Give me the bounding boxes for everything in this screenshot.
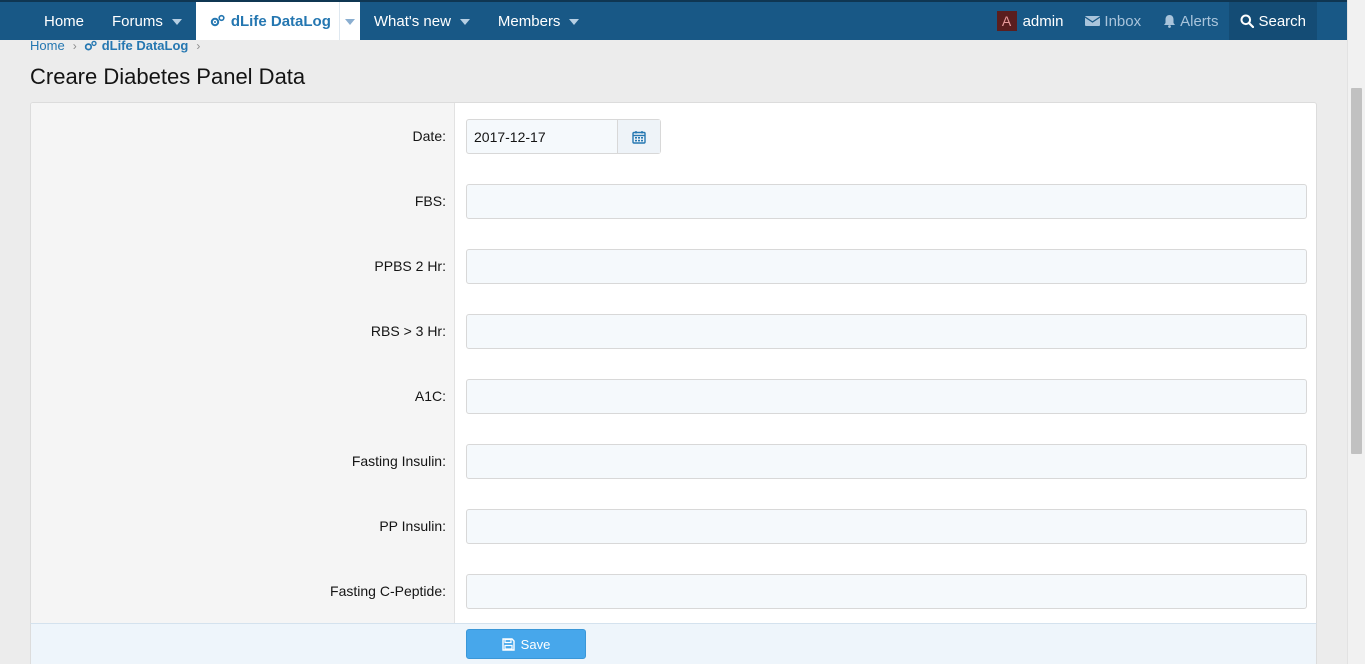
nav-tab-members[interactable]: Members [484, 2, 594, 40]
nav-tab-forums-label: Forums [112, 12, 163, 30]
nav-tab-forums[interactable]: Forums [98, 2, 196, 40]
rbs-label: RBS > 3 Hr: [370, 323, 446, 339]
alerts-link[interactable]: Alerts [1152, 2, 1229, 40]
search-icon [1240, 14, 1255, 28]
form-row-fasting-cpeptide: Fasting C-Peptide: [31, 574, 1316, 610]
inbox-link[interactable]: Inbox [1074, 2, 1152, 40]
nav-tab-datalog-menu-toggle[interactable] [338, 2, 360, 40]
account-link[interactable]: A admin [986, 2, 1075, 40]
chevron-down-icon[interactable] [171, 19, 182, 25]
scrollbar-thumb[interactable] [1351, 88, 1362, 454]
search-label: Search [1258, 12, 1306, 30]
ppbs-input[interactable] [466, 249, 1307, 284]
date-picker [466, 119, 661, 154]
form-row-ppbs: PPBS 2 Hr: [31, 249, 1316, 285]
nav-tab-datalog-label: dLife DataLog [230, 12, 331, 30]
date-input[interactable] [467, 120, 617, 153]
nav-tab-home-label: Home [44, 12, 85, 30]
search-button[interactable]: Search [1229, 2, 1317, 40]
fasting-insulin-input[interactable] [466, 444, 1307, 479]
ppbs-label: PPBS 2 Hr: [374, 258, 446, 274]
form-footer: Save [30, 623, 1317, 664]
save-label: Save [520, 636, 551, 652]
alerts-label: Alerts [1180, 12, 1219, 30]
calendar-icon [632, 130, 646, 144]
nav-tab-home[interactable]: Home [30, 2, 98, 40]
date-label: Date: [412, 128, 446, 144]
form-row-a1c: A1C: [31, 379, 1316, 415]
envelope-icon [1085, 16, 1101, 26]
bell-icon [1164, 15, 1176, 28]
breadcrumb: Home › dLife DataLog › [30, 38, 207, 53]
chevron-down-icon[interactable] [569, 19, 580, 25]
floppy-disk-icon [501, 637, 515, 651]
form-row-fasting-insulin: Fasting Insulin: [31, 444, 1316, 480]
breadcrumb-datalog[interactable]: dLife DataLog [84, 38, 189, 53]
form-panel: Date: FBS: PPBS 2 Hr: RBS > 3 Hr: A1C: F… [30, 102, 1317, 664]
save-button[interactable]: Save [466, 629, 586, 659]
calendar-button[interactable] [617, 120, 660, 153]
form-row-pp-insulin: PP Insulin: [31, 509, 1316, 545]
user-nav: A admin Inbox Alerts Search [986, 2, 1347, 40]
chevron-down-icon[interactable] [459, 19, 470, 25]
fasting-cpeptide-input[interactable] [466, 574, 1307, 609]
breadcrumb-datalog-label: dLife DataLog [101, 38, 189, 53]
nav-tab-whats-new-label: What's new [373, 12, 451, 30]
a1c-input[interactable] [466, 379, 1307, 414]
chevron-right-icon: › [72, 38, 77, 53]
nav-tabs: Home Forums dLife DataLog What's new Mem… [0, 2, 593, 40]
fasting-insulin-label: Fasting Insulin: [351, 453, 446, 469]
form-row-rbs: RBS > 3 Hr: [31, 314, 1316, 350]
nav-tab-members-label: Members [497, 12, 561, 30]
username: admin [1022, 12, 1064, 30]
a1c-label: A1C: [414, 388, 446, 404]
chevron-right-icon: › [196, 38, 201, 53]
page-title: Creare Diabetes Panel Data [30, 64, 306, 89]
pp-insulin-input[interactable] [466, 509, 1307, 544]
form-row-date: Date: [31, 119, 1316, 155]
inbox-label: Inbox [1104, 12, 1142, 30]
cogs-icon [84, 40, 97, 50]
fbs-label: FBS: [414, 193, 446, 209]
form-row-fbs: FBS: [31, 184, 1316, 220]
chevron-down-icon [344, 19, 355, 25]
page-scrollbar[interactable] [1347, 0, 1365, 664]
fasting-cpeptide-label: Fasting C-Peptide: [330, 583, 446, 599]
rbs-input[interactable] [466, 314, 1307, 349]
fbs-input[interactable] [466, 184, 1307, 219]
avatar: A [996, 11, 1017, 31]
breadcrumb-home[interactable]: Home [30, 38, 65, 53]
top-navbar: Home Forums dLife DataLog What's new Mem… [0, 0, 1347, 40]
nav-tab-whats-new[interactable]: What's new [360, 2, 484, 40]
nav-tab-datalog[interactable]: dLife DataLog [195, 2, 360, 40]
cogs-icon [210, 14, 226, 28]
pp-insulin-label: PP Insulin: [379, 518, 446, 534]
